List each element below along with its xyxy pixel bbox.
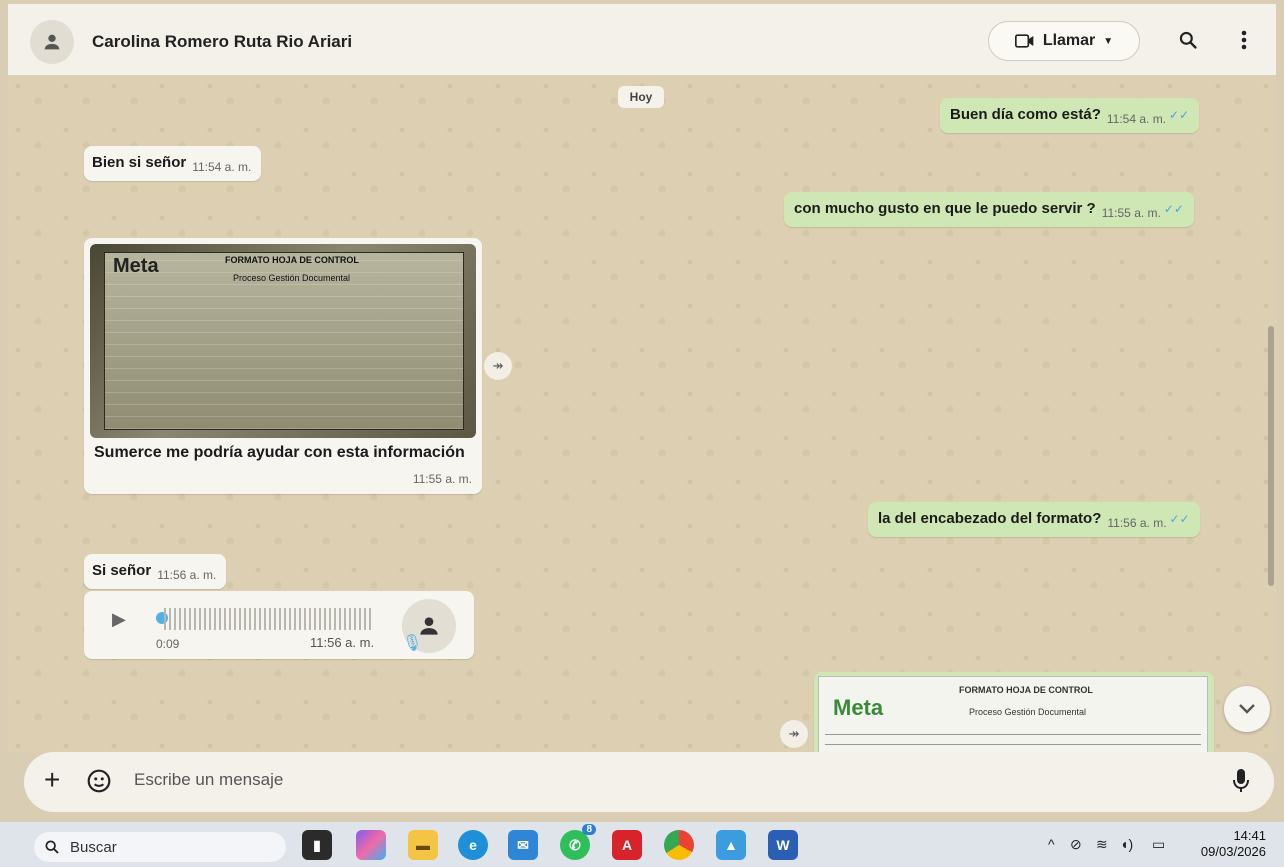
message-outgoing[interactable]: Buen día como está? 11:54 a. m. ✓✓ <box>940 98 1200 133</box>
contact-name[interactable]: Carolina Romero Ruta Rio Ariari <box>92 32 352 52</box>
more-vertical-icon[interactable] <box>1230 26 1258 54</box>
chrome-icon[interactable] <box>664 830 694 860</box>
outlook-icon[interactable]: ✉ <box>508 830 538 860</box>
chevron-down-icon <box>1239 704 1255 714</box>
mic-icon: 🎙 <box>402 635 423 652</box>
read-ticks-icon: ✓✓ <box>1169 512 1190 526</box>
date-chip: Hoy <box>618 86 664 108</box>
mic-icon[interactable] <box>1232 768 1250 799</box>
document-subtitle: Proceso Gestión Documental <box>969 707 1087 717</box>
call-button-label: Llamar <box>1042 32 1096 49</box>
document-logo: Meta <box>113 255 159 277</box>
voice-waveform[interactable] <box>164 608 374 630</box>
message-time: 11:54 a. m. <box>192 160 252 174</box>
voice-message[interactable]: ▶ 0:09 11:56 a. m. 🎙 <box>84 591 474 659</box>
document-subtitle: Proceso Gestión Documental <box>233 273 351 283</box>
document-sheet: Meta FORMATO HOJA DE CONTROL Proceso Ges… <box>104 252 464 430</box>
word-icon[interactable]: W <box>768 830 798 860</box>
file-explorer-icon[interactable]: ▬ <box>408 830 438 860</box>
image-message-outgoing[interactable]: Meta FORMATO HOJA DE CONTROL Proceso Ges… <box>814 672 1214 753</box>
clock-time: 14:41 <box>1233 828 1266 843</box>
document-grid <box>825 725 1201 753</box>
chevron-up-icon[interactable]: ^ <box>1048 836 1055 852</box>
sync-off-icon[interactable]: ⊘ <box>1070 836 1082 853</box>
message-text: Bien si señor <box>92 154 187 171</box>
scrollbar[interactable] <box>1268 326 1274 586</box>
image-message[interactable]: Meta FORMATO HOJA DE CONTROL Proceso Ges… <box>84 238 482 494</box>
message-incoming[interactable]: Bien si señor 11:54 a. m. <box>84 146 262 181</box>
voice-duration: 0:09 <box>156 637 180 651</box>
acrobat-icon[interactable]: A <box>612 830 642 860</box>
document-photo[interactable]: Meta FORMATO HOJA DE CONTROL Proceso Ges… <box>90 244 476 438</box>
contact-avatar[interactable] <box>30 20 74 64</box>
taskbar-search[interactable]: Buscar <box>34 832 286 862</box>
edge-icon[interactable]: e <box>458 830 488 860</box>
taskbar: Buscar ▮ ▬ e ✉ ✆ 8 A ▲ W ^ ⊘ ≋ ◖) ▭ 14:41… <box>0 822 1284 867</box>
message-outgoing[interactable]: con mucho gusto en que le puedo servir ?… <box>784 192 1194 227</box>
message-time: 11:55 a. m. <box>412 472 472 486</box>
search-icon <box>45 840 59 854</box>
search-icon[interactable] <box>1174 26 1202 54</box>
clock-date: 09/03/2026 <box>1200 844 1266 859</box>
document-photo[interactable]: Meta FORMATO HOJA DE CONTROL Proceso Ges… <box>818 676 1208 753</box>
taskbar-clock[interactable]: 14:41 09/03/2026 <box>1192 828 1266 860</box>
chevron-down-icon: ▼ <box>1103 35 1114 47</box>
chat-area[interactable]: Hoy Buen día como está? 11:54 a. m. ✓✓ Bie… <box>8 76 1276 753</box>
image-caption: Sumerce me podría ayudar con esta inform… <box>94 444 465 461</box>
message-time: 11:55 a. m. <box>1101 206 1161 220</box>
message-time: 11:56 a. m. <box>310 635 375 650</box>
read-ticks-icon: ✓✓ <box>1169 108 1190 122</box>
task-view-icon[interactable]: ▮ <box>302 830 332 860</box>
document-title: FORMATO HOJA DE CONTROL <box>959 685 1093 695</box>
call-button[interactable]: Llamar ▼ <box>988 21 1140 61</box>
taskbar-search-label: Buscar <box>70 838 117 856</box>
message-time: 11:56 a. m. <box>157 568 217 582</box>
whatsapp-badge: 8 <box>582 824 596 835</box>
message-text: Si señor <box>92 562 152 579</box>
message-outgoing[interactable]: la del encabezado del formato? 11:56 a. m… <box>868 502 1200 537</box>
photos-icon[interactable]: ▲ <box>716 830 746 860</box>
message-time: 11:56 a. m. <box>1107 516 1167 530</box>
battery-icon[interactable]: ▭ <box>1152 836 1165 853</box>
avatar-icon <box>44 34 60 50</box>
volume-icon[interactable]: ◖) <box>1120 836 1133 852</box>
message-input[interactable]: Escribe un mensaje <box>134 770 283 790</box>
sticker-icon[interactable] <box>86 768 112 799</box>
wifi-icon[interactable]: ≋ <box>1096 836 1108 853</box>
forward-icon[interactable]: ↠ <box>780 720 808 748</box>
message-composer: + Escribe un mensaje <box>24 752 1274 812</box>
message-incoming[interactable]: Si señor 11:56 a. m. <box>84 554 227 589</box>
forward-icon[interactable]: ↠ <box>484 352 512 380</box>
message-time: 11:54 a. m. <box>1106 112 1167 126</box>
document-logo: Meta <box>833 695 884 720</box>
message-text: con mucho gusto en que le puedo servir ? <box>794 200 1096 217</box>
read-ticks-icon: ✓✓ <box>1163 202 1184 216</box>
document-title: FORMATO HOJA DE CONTROL <box>225 255 359 265</box>
video-icon <box>1014 34 1034 48</box>
copilot-icon[interactable] <box>356 830 386 860</box>
plus-icon[interactable]: + <box>44 764 60 796</box>
whatsapp-icon[interactable]: ✆ 8 <box>560 824 596 860</box>
message-text: la del encabezado del formato? <box>878 510 1102 527</box>
scroll-down-button[interactable] <box>1224 686 1270 732</box>
play-icon[interactable]: ▶ <box>112 609 126 630</box>
message-text: Buen día como está? <box>950 106 1101 123</box>
chat-header: Carolina Romero Ruta Rio Ariari Llamar ▼ <box>8 4 1276 76</box>
